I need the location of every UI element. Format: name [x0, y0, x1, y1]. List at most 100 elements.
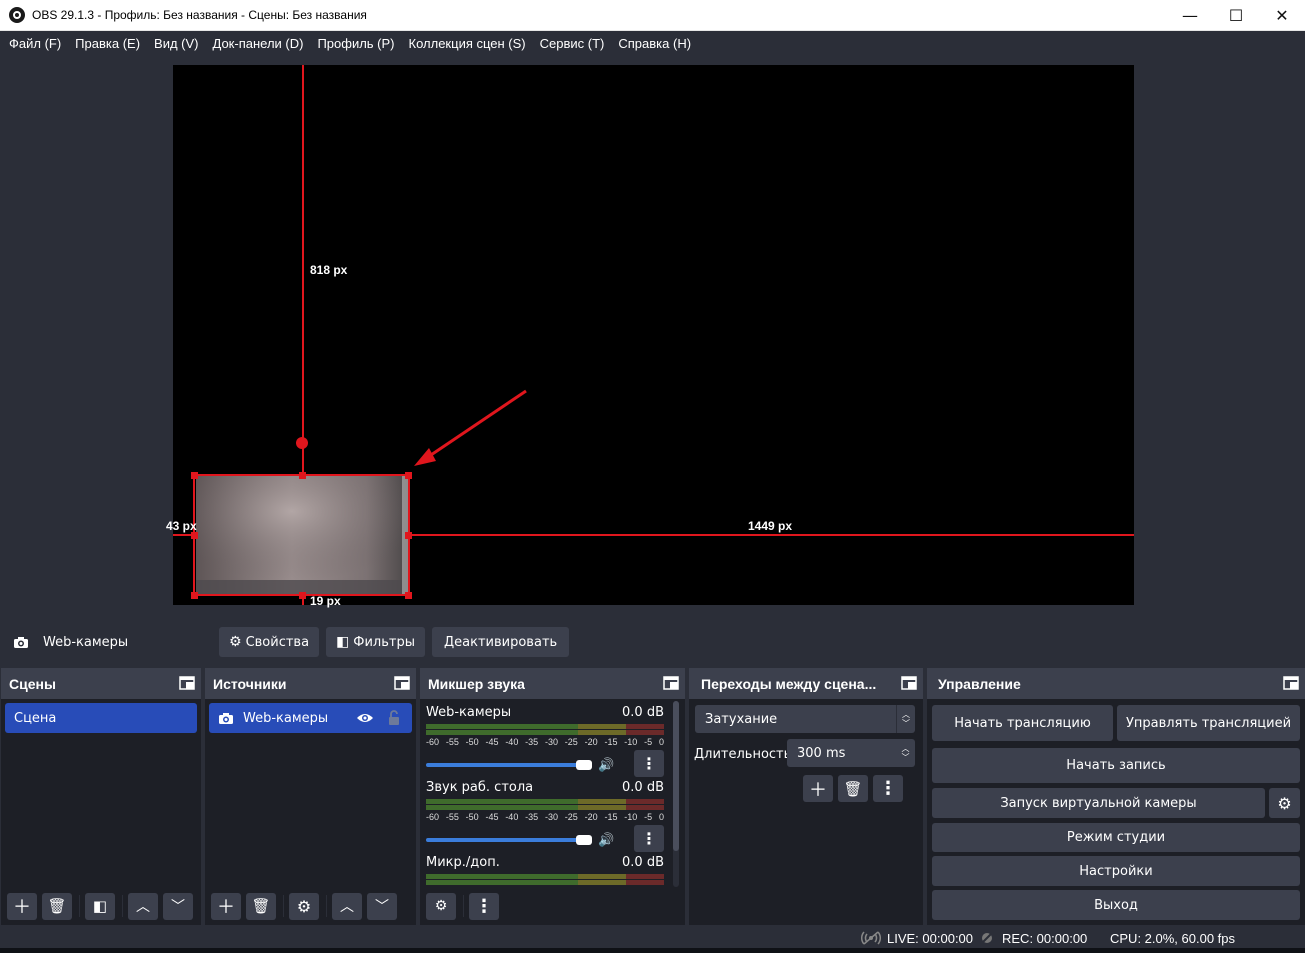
track-level: 0.0 dB: [622, 780, 664, 795]
start-recording-button[interactable]: Начать запись: [932, 748, 1300, 783]
close-button[interactable]: ✕: [1259, 0, 1305, 31]
filter-icon: ◧: [92, 897, 108, 915]
add-transition-button[interactable]: ＋: [803, 775, 833, 802]
remove-transition-button[interactable]: 🗑: [838, 775, 868, 802]
sources-dock-header: Источники: [205, 668, 416, 699]
measure-bottom-label: 19 px: [310, 594, 341, 608]
studio-mode-label: Режим студии: [1066, 830, 1166, 845]
virtual-camera-settings-button[interactable]: ⚙: [1269, 788, 1300, 818]
undock-icon[interactable]: [179, 676, 195, 690]
start-virtual-camera-button[interactable]: Запуск виртуальной камеры: [932, 788, 1265, 818]
menu-profile[interactable]: Профиль (P): [310, 36, 401, 51]
remove-source-button[interactable]: 🗑: [246, 892, 276, 920]
rotation-handle: [296, 437, 308, 449]
source-item[interactable]: Web-камеры: [209, 703, 412, 733]
volume-slider[interactable]: [426, 763, 578, 767]
mixer-toolbar: ⚙ ⋮: [420, 887, 685, 925]
volume-slider-handle[interactable]: [576, 835, 592, 845]
mixer-menu-button[interactable]: ⋮: [469, 892, 499, 920]
measure-left-label: 43 px: [166, 519, 197, 533]
undock-icon[interactable]: [901, 676, 917, 690]
scene-filters-button[interactable]: ◧: [85, 892, 115, 920]
mixer-scrollbar[interactable]: [673, 701, 679, 887]
audio-mixer-dock: Микшер звука Web-камеры 0.0 dB -60 -55 -50…: [420, 668, 685, 925]
source-item-label: Web-камеры: [243, 710, 329, 726]
preview-canvas[interactable]: 818 px 43 px 1449 px 19 px: [166, 65, 1134, 608]
track-level: 0.0 dB: [622, 855, 664, 870]
track-name: Микр./доп.: [426, 855, 500, 870]
undock-icon[interactable]: [394, 676, 410, 690]
maximize-button[interactable]: ☐: [1213, 0, 1259, 31]
track-menu-button[interactable]: ⋮: [634, 750, 664, 777]
menu-docks[interactable]: Док-панели (D): [206, 36, 311, 51]
trash-icon: 🗑: [251, 897, 271, 915]
eye-icon[interactable]: [356, 712, 374, 724]
track-name: Web-камеры: [426, 705, 512, 720]
gear-icon: ⚙: [296, 896, 312, 916]
deactivate-button[interactable]: Деактивировать: [432, 627, 570, 657]
remove-scene-button[interactable]: 🗑: [42, 892, 72, 920]
menu-scene-collection[interactable]: Коллекция сцен (S): [402, 36, 533, 51]
filter-icon: ◧: [336, 634, 350, 650]
menu-view[interactable]: Вид (V): [147, 36, 205, 51]
minimize-button[interactable]: —: [1167, 0, 1213, 31]
sources-toolbar: ＋ 🗑 ⚙ ︿ ﹀: [205, 887, 416, 925]
transition-select[interactable]: Затухание ︿ ﹀: [695, 705, 915, 733]
move-source-up-button[interactable]: ︿: [332, 892, 362, 920]
gears-icon: ⚙: [434, 898, 448, 914]
transitions-dock-header: Переходы между сцена...: [689, 668, 923, 699]
obs-logo-icon: [9, 7, 25, 23]
menu-file[interactable]: Файл (F): [2, 36, 68, 51]
volume-meter: [426, 805, 664, 810]
speaker-icon[interactable]: 🔊: [598, 758, 614, 773]
unlock-icon[interactable]: [388, 710, 400, 725]
gear-icon: ⚙: [1277, 793, 1292, 813]
window-bottom-edge: [0, 948, 1305, 953]
webcam-source-image[interactable]: [196, 476, 409, 594]
duration-spinbox[interactable]: 300 ms ︿ ﹀: [787, 739, 915, 767]
source-properties-button[interactable]: ⚙: [289, 892, 319, 920]
menu-tools[interactable]: Сервис (T): [533, 36, 612, 51]
volume-slider[interactable]: [426, 838, 578, 842]
undock-icon[interactable]: [1283, 676, 1299, 690]
move-source-down-button[interactable]: ﹀: [367, 892, 397, 920]
camera-icon: [14, 636, 28, 648]
add-source-button[interactable]: ＋: [211, 892, 241, 920]
menu-edit[interactable]: Правка (E): [68, 36, 147, 51]
track-name: Звук раб. стола: [426, 780, 534, 795]
measure-right-label: 1449 px: [748, 519, 793, 533]
scene-item-label: Сцена: [14, 710, 57, 726]
meter-scale: -60 -55 -50 -45 -40 -35 -30 -25 -20 -15 -10 -5 0: [426, 812, 664, 822]
studio-mode-button[interactable]: Режим студии: [932, 823, 1300, 852]
start-streaming-label: Начать трансляцию: [954, 715, 1091, 731]
mixer-track: Микр./доп. 0.0 dB: [426, 855, 664, 885]
properties-label: Свойства: [245, 634, 310, 650]
speaker-icon[interactable]: 🔊: [598, 833, 614, 848]
volume-meter: [426, 874, 664, 879]
virtual-camera-label: Запуск виртуальной камеры: [1000, 795, 1197, 811]
scene-item[interactable]: Сцена: [5, 703, 197, 733]
add-scene-button[interactable]: ＋: [7, 892, 37, 920]
advanced-audio-button[interactable]: ⚙: [426, 892, 456, 920]
mixer-track-list: Web-камеры 0.0 dB -60 -55 -50 -45 -40 -35 -30-…: [420, 699, 685, 887]
volume-meter: [426, 880, 664, 885]
properties-button[interactable]: ⚙ Свойства: [219, 627, 320, 657]
select-arrows-icon: ︿ ﹀: [896, 705, 915, 733]
menu-help[interactable]: Справка (H): [611, 36, 698, 51]
undock-icon[interactable]: [663, 676, 679, 690]
exit-button[interactable]: Выход: [932, 890, 1300, 920]
move-scene-down-button[interactable]: ﹀: [163, 892, 193, 920]
cpu-fps: CPU: 2.0%, 60.00 fps: [1110, 931, 1236, 946]
spin-arrows-icon[interactable]: ︿ ﹀: [896, 739, 915, 767]
volume-slider-handle[interactable]: [576, 760, 592, 770]
manage-broadcast-button[interactable]: Управлять трансляцией: [1117, 705, 1300, 741]
start-streaming-button[interactable]: Начать трансляцию: [932, 705, 1113, 741]
settings-button[interactable]: Настройки: [932, 856, 1300, 886]
move-scene-up-button[interactable]: ︿: [128, 892, 158, 920]
filters-button[interactable]: ◧ Фильтры: [326, 627, 425, 657]
rec-timer: REC: 00:00:00: [1002, 931, 1088, 946]
track-menu-button[interactable]: ⋮: [634, 825, 664, 852]
volume-meter: [426, 799, 664, 804]
transition-menu-button[interactable]: ⋮: [873, 775, 903, 802]
scenes-dock-header: Сцены: [1, 668, 201, 699]
